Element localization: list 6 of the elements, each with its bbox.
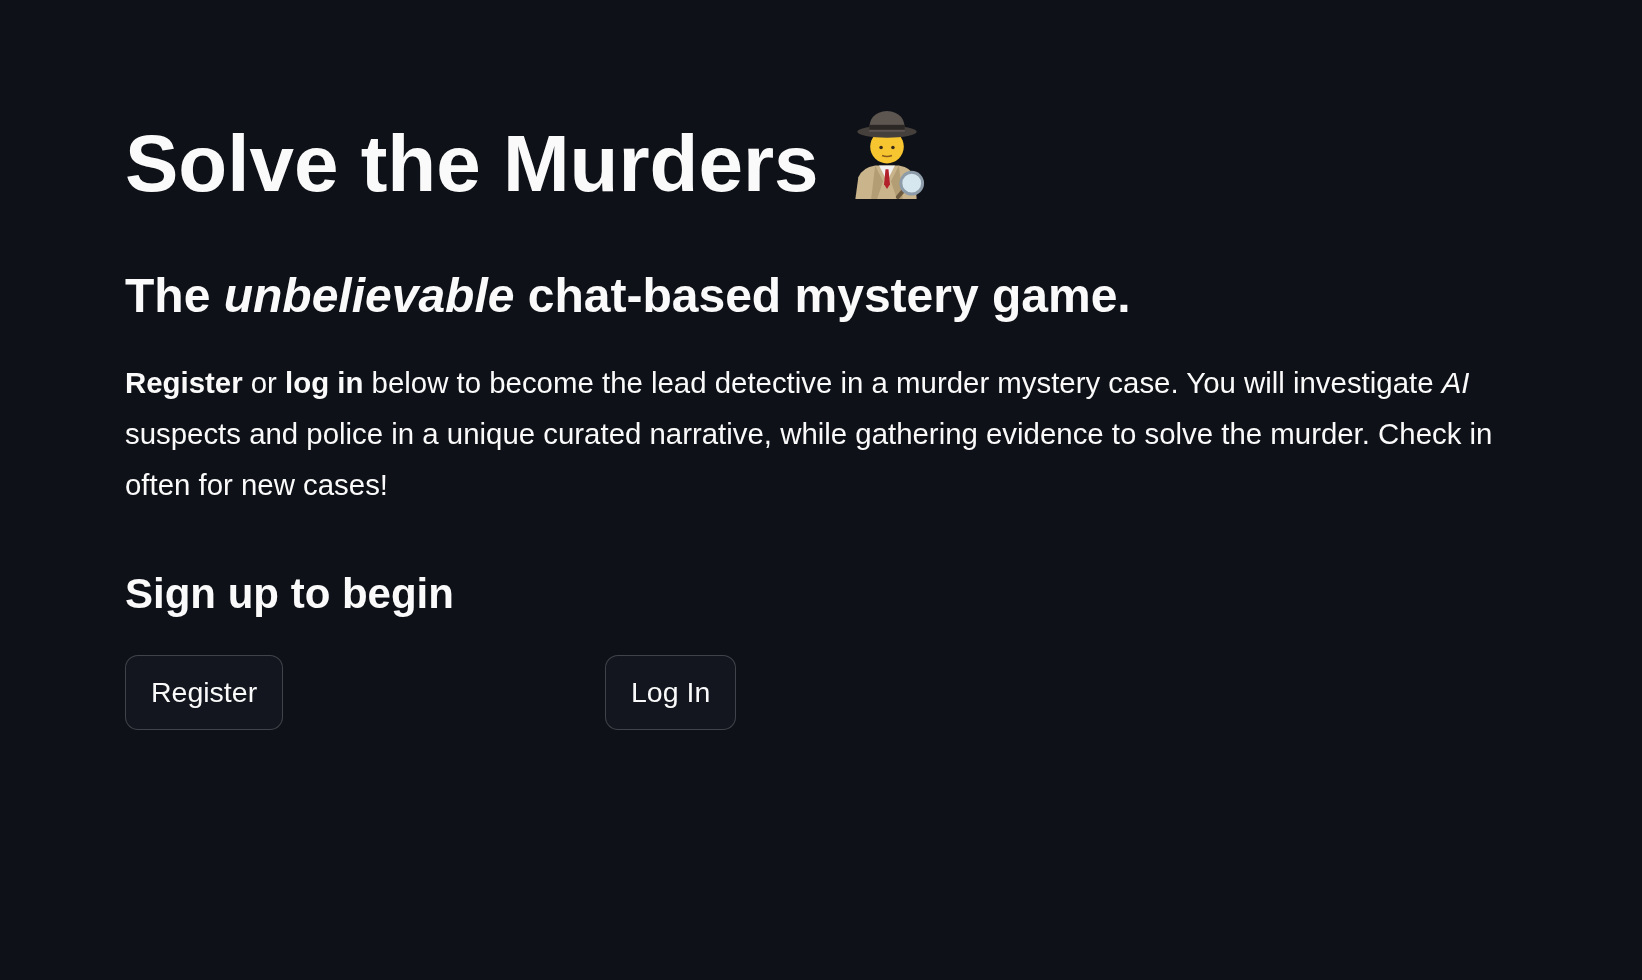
subtitle: The unbelievable chat-based mystery game. xyxy=(125,268,1131,324)
intro-paragraph: Register or log in below to become the lead detective in a murder mystery case. You will investigate AI suspects and police in a unique curated narrative, while gathering evidence to solve the murder. Check in often for new cases! xyxy=(125,364,1494,503)
page-title: Solve the Murders xyxy=(125,118,819,210)
login-button[interactable]: Log In xyxy=(605,655,737,730)
register-button[interactable]: Register xyxy=(125,655,284,730)
section-heading: Sign up to begin xyxy=(125,568,454,619)
